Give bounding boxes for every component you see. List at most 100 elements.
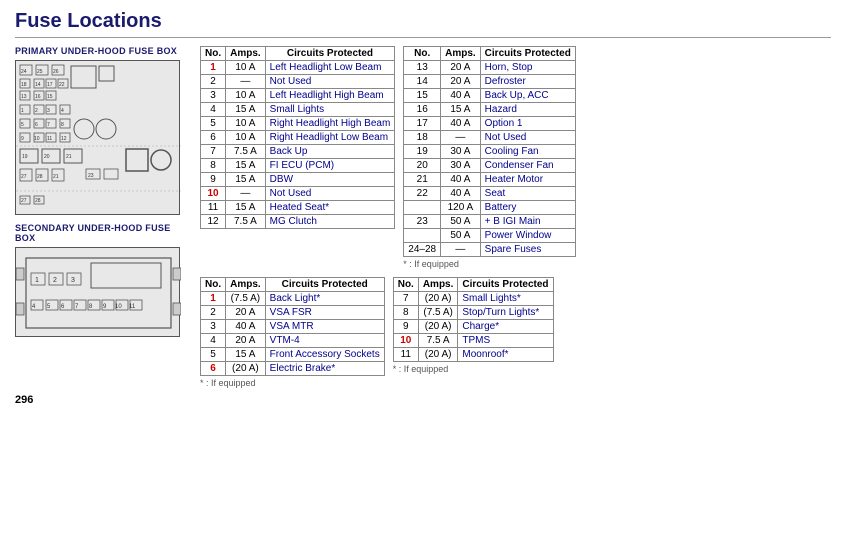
right-column: No. Amps. Circuits Protected 110 ALeft H… bbox=[200, 46, 831, 388]
table-row: 15 A bbox=[441, 103, 481, 117]
table-row: 30 A bbox=[441, 145, 481, 159]
table-row: 16 bbox=[404, 103, 441, 117]
table-row: 10 bbox=[393, 334, 418, 348]
svg-text:24: 24 bbox=[21, 69, 27, 75]
svg-text:7: 7 bbox=[75, 304, 79, 310]
table-row: 10 A bbox=[226, 89, 266, 103]
table-row: (20 A) bbox=[418, 348, 458, 362]
t3-col-no: No. bbox=[201, 278, 226, 292]
svg-text:23: 23 bbox=[88, 173, 94, 179]
table-row: Left Headlight Low Beam bbox=[265, 61, 395, 75]
svg-text:2: 2 bbox=[35, 108, 38, 114]
table-row: 7.5 A bbox=[226, 215, 266, 229]
table-row: + B IGI Main bbox=[480, 215, 575, 229]
table-row: (20 A) bbox=[418, 320, 458, 334]
table-row: 5 bbox=[201, 117, 226, 131]
table-row: 12 bbox=[201, 215, 226, 229]
table-row: VSA MTR bbox=[265, 320, 384, 334]
table-row: 40 A bbox=[441, 89, 481, 103]
table-row: Horn, Stop bbox=[480, 61, 575, 75]
table-row: Right Headlight Low Beam bbox=[265, 131, 395, 145]
svg-text:1: 1 bbox=[35, 277, 39, 284]
table-row: Front Accessory Sockets bbox=[265, 348, 384, 362]
table-row: Small Lights* bbox=[458, 292, 553, 306]
t1-col-circuit: Circuits Protected bbox=[265, 47, 395, 61]
svg-text:22: 22 bbox=[59, 82, 65, 88]
svg-text:7: 7 bbox=[47, 122, 50, 128]
table-row: 18 bbox=[404, 131, 441, 145]
table-row: 13 bbox=[404, 61, 441, 75]
table-row: 19 bbox=[404, 145, 441, 159]
table-row: Option 1 bbox=[480, 117, 575, 131]
t4-col-amps: Amps. bbox=[418, 278, 458, 292]
table-row: 15 A bbox=[226, 159, 266, 173]
svg-text:6: 6 bbox=[35, 122, 38, 128]
table-row: — bbox=[441, 243, 481, 257]
table-row: FI ECU (PCM) bbox=[265, 159, 395, 173]
svg-text:28: 28 bbox=[35, 198, 41, 204]
table-row: 11 bbox=[201, 201, 226, 215]
svg-text:9: 9 bbox=[103, 304, 107, 310]
svg-text:11: 11 bbox=[129, 304, 136, 310]
table-row: 20 A bbox=[226, 334, 266, 348]
table-row: 10 A bbox=[226, 61, 266, 75]
svg-text:4: 4 bbox=[61, 108, 64, 114]
table-row: 120 A bbox=[441, 201, 481, 215]
table-row: 15 A bbox=[226, 173, 266, 187]
table4-container: No. Amps. Circuits Protected 7(20 A)Smal… bbox=[393, 277, 554, 388]
table-row: 50 A bbox=[441, 229, 481, 243]
table-row: Power Window bbox=[480, 229, 575, 243]
table-row: 7.5 A bbox=[418, 334, 458, 348]
svg-text:27: 27 bbox=[21, 174, 27, 180]
svg-text:10: 10 bbox=[115, 304, 122, 310]
table-row: Heater Motor bbox=[480, 173, 575, 187]
table-row: Seat bbox=[480, 187, 575, 201]
left-column: PRIMARY UNDER-HOOD FUSE BOX 24 25 26 18 … bbox=[15, 46, 190, 388]
t3-col-amps: Amps. bbox=[226, 278, 266, 292]
t4-col-circuit: Circuits Protected bbox=[458, 278, 553, 292]
table1: No. Amps. Circuits Protected 110 ALeft H… bbox=[200, 46, 395, 229]
svg-text:20: 20 bbox=[44, 154, 50, 160]
svg-text:2: 2 bbox=[53, 277, 57, 284]
svg-text:16: 16 bbox=[35, 94, 41, 100]
table3: No. Amps. Circuits Protected 1(7.5 A)Bac… bbox=[200, 277, 385, 376]
svg-text:10: 10 bbox=[34, 136, 40, 142]
primary-fuse-box-svg: 24 25 26 18 14 17 22 13 16 15 bbox=[16, 61, 181, 216]
table-row: VTM-4 bbox=[265, 334, 384, 348]
table-row: 10 A bbox=[226, 117, 266, 131]
svg-text:8: 8 bbox=[61, 122, 64, 128]
table-row: Small Lights bbox=[265, 103, 395, 117]
note1: * : If equipped bbox=[403, 259, 576, 269]
svg-text:4: 4 bbox=[32, 304, 36, 310]
table-row: 15 A bbox=[226, 103, 266, 117]
primary-fuse-box: 24 25 26 18 14 17 22 13 16 15 bbox=[15, 60, 180, 215]
table4: No. Amps. Circuits Protected 7(20 A)Smal… bbox=[393, 277, 554, 362]
table-row: 7 bbox=[201, 145, 226, 159]
table-row: 17 bbox=[404, 117, 441, 131]
svg-text:11: 11 bbox=[47, 136, 52, 142]
table-row: 24–28 bbox=[404, 243, 441, 257]
note2: * : If equipped bbox=[200, 378, 385, 388]
table-row: (20 A) bbox=[226, 362, 266, 376]
svg-text:14: 14 bbox=[35, 82, 41, 88]
table-row: 20 A bbox=[441, 75, 481, 89]
table-row: Charge* bbox=[458, 320, 553, 334]
table2-container: No. Amps. Circuits Protected 1320 AHorn,… bbox=[403, 46, 576, 269]
table-row: 4 bbox=[201, 334, 226, 348]
table-row: 1 bbox=[201, 292, 226, 306]
table-row: 15 bbox=[404, 89, 441, 103]
table-row: 20 A bbox=[441, 61, 481, 75]
t1-col-amps: Amps. bbox=[226, 47, 266, 61]
table-row: MG Clutch bbox=[265, 215, 395, 229]
table-row: — bbox=[226, 187, 266, 201]
table-row: 22 bbox=[404, 187, 441, 201]
table-row bbox=[404, 201, 441, 215]
table-row: Stop/Turn Lights* bbox=[458, 306, 553, 320]
table-row: TPMS bbox=[458, 334, 553, 348]
table-row: 5 bbox=[201, 348, 226, 362]
table-row: 40 A bbox=[226, 320, 266, 334]
svg-text:9: 9 bbox=[21, 136, 24, 142]
table-row: Electric Brake* bbox=[265, 362, 384, 376]
svg-text:12: 12 bbox=[61, 136, 67, 142]
table-row: 21 bbox=[404, 173, 441, 187]
